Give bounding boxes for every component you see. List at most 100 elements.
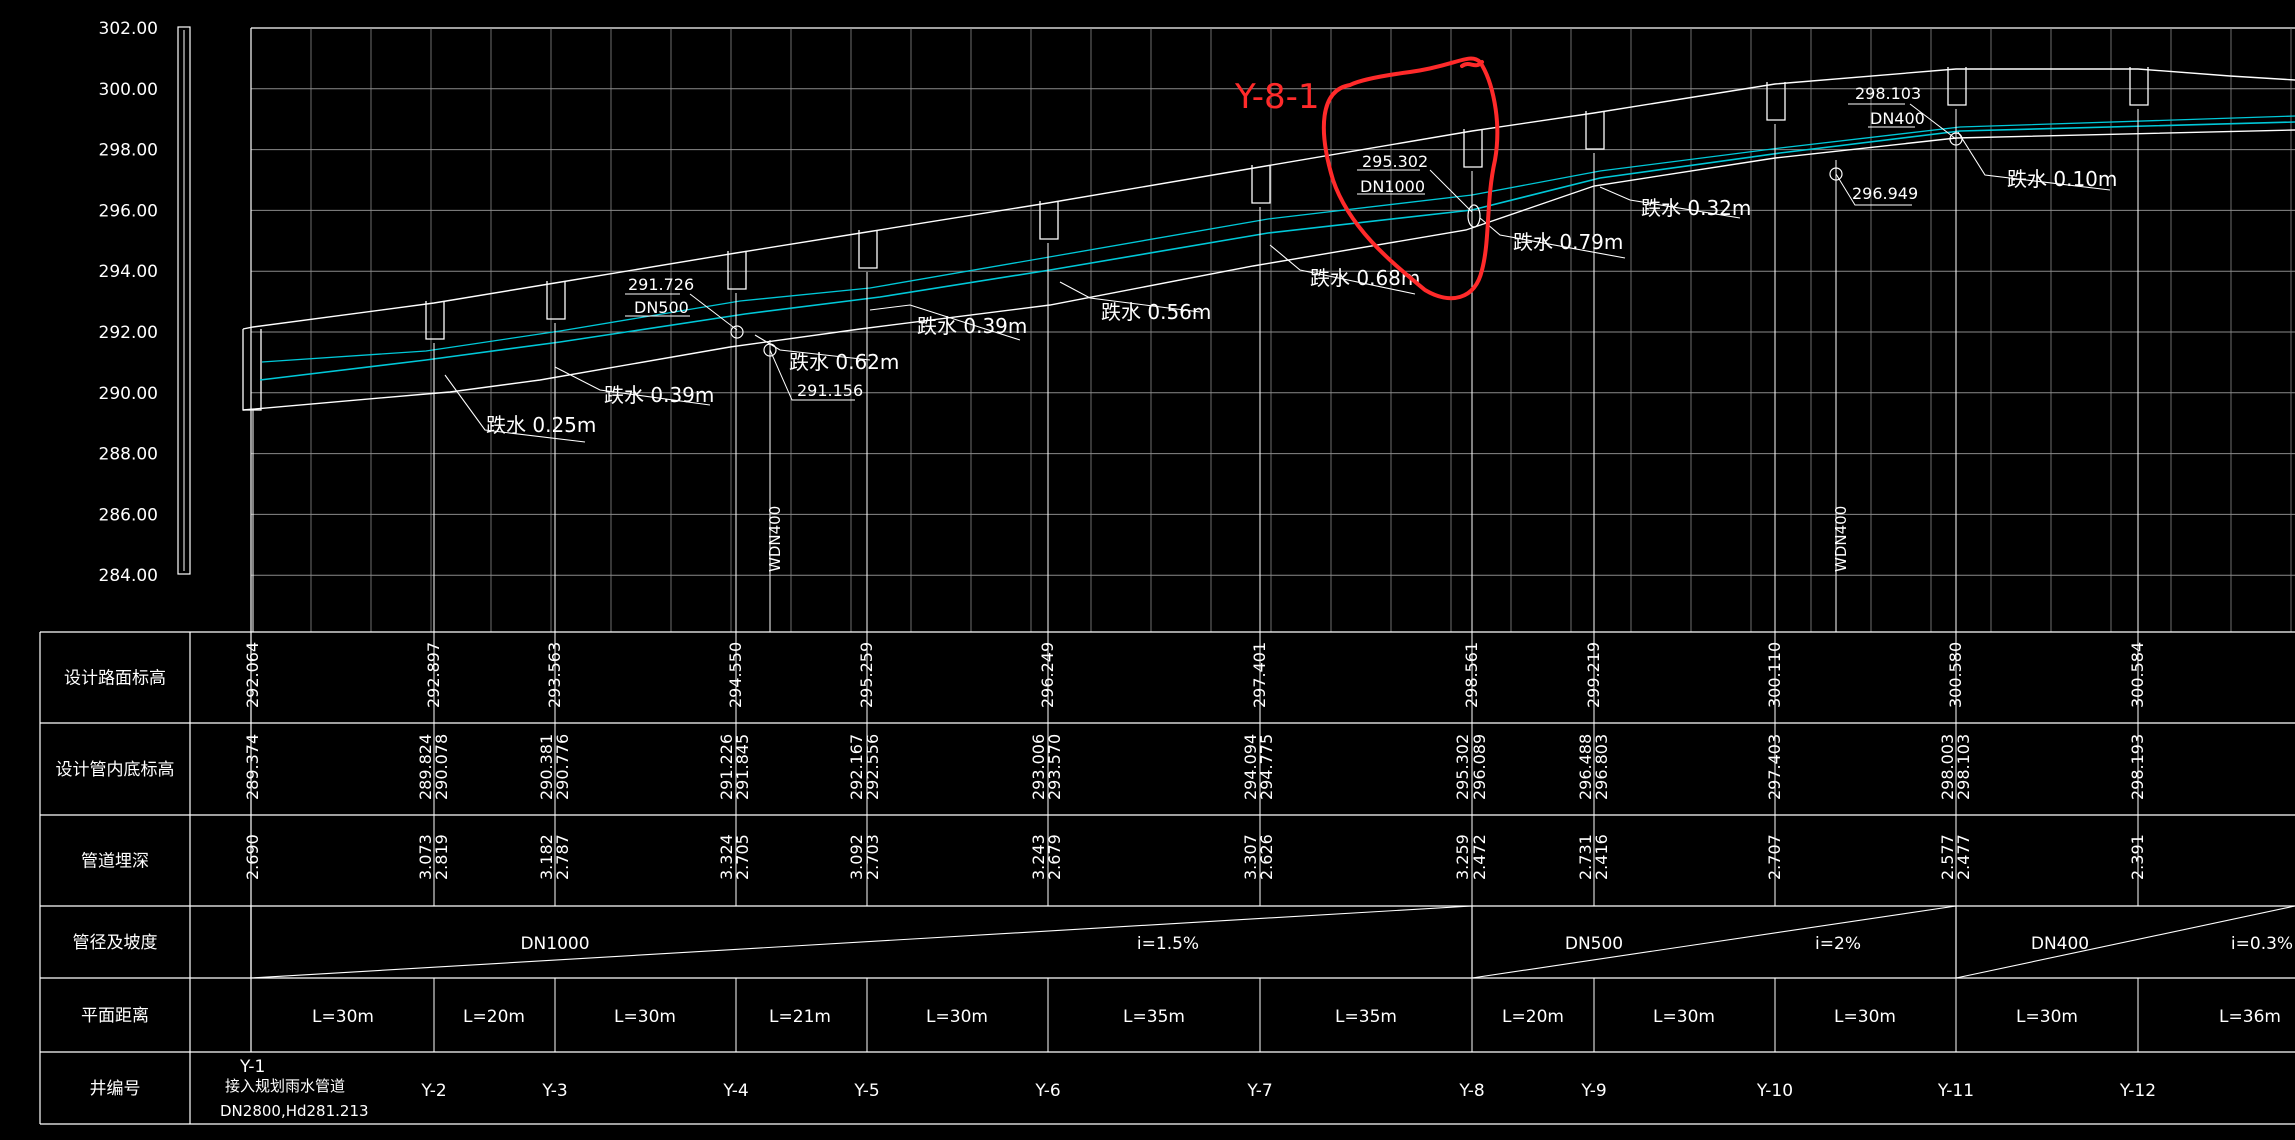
depth-value: 2.787 (553, 834, 572, 880)
segment-dn: DN1000 (520, 934, 589, 954)
well-id: Y-1 (239, 1057, 265, 1077)
table-row-label: 管径及坡度 (73, 933, 158, 953)
callout-dn: DN1000 (1360, 177, 1425, 196)
elevation-label: 298.00 (99, 141, 158, 161)
depth-value: 2.477 (1954, 834, 1973, 880)
distance-value: L=30m (1653, 1007, 1715, 1027)
elevation-label: 288.00 (99, 445, 158, 465)
depth-value: 2.391 (2128, 834, 2147, 880)
depth-value: 2.690 (243, 834, 262, 880)
manhole (1463, 129, 1483, 168)
elevation-label: 294.00 (99, 262, 158, 282)
invert-elevation-value: 290.078 (432, 734, 451, 800)
grid (250, 27, 2295, 632)
callout-value: 298.103 (1855, 84, 1921, 103)
elevation-label: 284.00 (99, 566, 158, 586)
depth-value: 2.705 (733, 834, 752, 880)
distance-value: L=30m (926, 1007, 988, 1027)
distance-value: L=30m (614, 1007, 676, 1027)
callout-leader (689, 293, 738, 331)
elevation-label: 302.00 (99, 19, 158, 39)
drop-label: 跌水 0.32m (1641, 196, 1751, 220)
invert-elevation-value: 289.374 (243, 734, 262, 800)
depth-value: 2.703 (863, 834, 882, 880)
branch-label: WDN400 (1832, 506, 1850, 572)
table-row-label: 井编号 (90, 1079, 141, 1099)
well-id: Y-9 (1580, 1081, 1606, 1101)
elevation-label: 290.00 (99, 384, 158, 404)
well-id: Y-7 (1246, 1081, 1272, 1101)
segment-slope: i=2% (1815, 934, 1861, 954)
manhole (425, 301, 445, 340)
well-id: Y-6 (1034, 1081, 1060, 1101)
slope-diagonal (250, 905, 1473, 979)
invert-elevation-value: 296.803 (1592, 734, 1611, 800)
segment-slope: i=1.5% (1137, 934, 1199, 954)
elevation-label: 300.00 (99, 80, 158, 100)
drop-label: 跌水 0.25m (486, 413, 596, 437)
elevation-axis: 302.00 300.00 298.00 296.00 294.00 292.00 290.… (99, 19, 191, 586)
road-elevation-value: 299.219 (1584, 642, 1603, 708)
road-elevation-value: 300.110 (1765, 642, 1784, 708)
drop-label: 跌水 0.79m (1513, 230, 1623, 254)
distance-value: L=30m (312, 1007, 374, 1027)
well-id: Y-11 (1937, 1081, 1974, 1101)
road-elevation-value: 295.259 (857, 642, 876, 708)
manhole (2129, 67, 2149, 106)
well-id: Y-4 (722, 1081, 748, 1101)
drop-label: 跌水 0.39m (917, 314, 1027, 338)
well-id: Y-8 (1458, 1081, 1484, 1101)
road-elevation-value: 294.550 (726, 642, 745, 708)
well-id: Y-3 (541, 1081, 567, 1101)
invert-elevation-value: 290.776 (553, 734, 572, 800)
manhole (1585, 111, 1605, 150)
segment-dn: DN400 (2031, 934, 2089, 954)
road-elevation-value: 293.563 (545, 642, 564, 708)
elevation-label: 286.00 (99, 505, 158, 525)
callout-node (1467, 204, 1481, 228)
road-elevation-value: 300.580 (1946, 642, 1965, 708)
manhole (1947, 67, 1967, 106)
depth-value: 2.416 (1592, 834, 1611, 880)
drop-label: 跌水 0.62m (789, 350, 899, 374)
invert-elevation-value: 296.089 (1470, 734, 1489, 800)
segment-dn: DN500 (1565, 934, 1623, 954)
manhole (1766, 82, 1786, 121)
distance-value: L=35m (1335, 1007, 1397, 1027)
invert-elevation-value: 298.103 (1954, 734, 1973, 800)
road-elevation-value: 292.064 (243, 642, 262, 708)
distance-value: L=30m (2016, 1007, 2078, 1027)
callout-value: 296.949 (1852, 184, 1918, 203)
manhole (546, 281, 566, 320)
drop-label: 跌水 0.10m (2007, 167, 2117, 191)
depth-value: 2.626 (1257, 834, 1276, 880)
drop-label: 跌水 0.39m (604, 383, 714, 407)
distance-value: L=35m (1123, 1007, 1185, 1027)
callout-dn: DN500 (634, 298, 689, 317)
manhole (858, 230, 878, 269)
well-id: Y-12 (2119, 1081, 2156, 1101)
profile-table: 设计路面标高设计管内底标高管道埋深管径及坡度平面距离井编号 292.064 292.… (39, 631, 2295, 1125)
road-elevation-value: 296.249 (1038, 642, 1057, 708)
pipe-line-upper (261, 115, 2295, 363)
distance-value: L=20m (1502, 1007, 1564, 1027)
distance-value: L=36m (2219, 1007, 2281, 1027)
road-elevation-value: 297.401 (1250, 642, 1269, 708)
elevation-label: 292.00 (99, 323, 158, 343)
road-elevation-value: 300.584 (2128, 642, 2147, 708)
callout-dn: DN400 (1870, 109, 1925, 128)
road-elevation-value: 292.897 (424, 642, 443, 708)
manhole (1039, 201, 1059, 240)
depth-value: 2.472 (1470, 834, 1489, 880)
slope-diagonal (1471, 905, 1957, 979)
invert-elevation-value: 294.775 (1257, 734, 1276, 800)
depth-value: 2.707 (1765, 834, 1784, 880)
table-row-label: 平面距离 (81, 1006, 149, 1026)
well-id: Y-5 (853, 1081, 879, 1101)
elevation-label: 296.00 (99, 201, 158, 221)
depth-value: 2.679 (1045, 834, 1064, 880)
distance-value: L=21m (769, 1007, 831, 1027)
manhole (1251, 165, 1271, 204)
invert-elevation-value: 292.556 (863, 734, 882, 800)
callout-value: 295.302 (1362, 152, 1428, 171)
